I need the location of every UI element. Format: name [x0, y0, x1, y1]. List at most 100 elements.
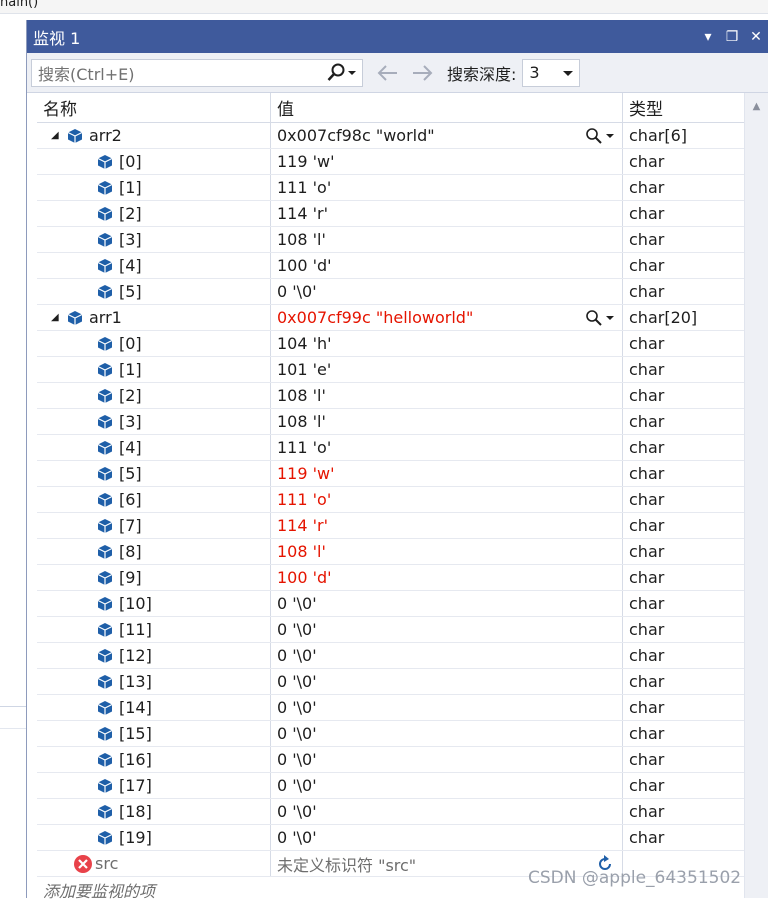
variable-cube-icon — [97, 362, 113, 377]
watch-title: 监视 1 — [33, 28, 81, 48]
window-menu-dropdown-icon[interactable]: ▾ — [696, 29, 720, 45]
watch-type: char — [629, 672, 665, 691]
watch-row-element[interactable]: [3] 108 'l' char — [37, 227, 745, 253]
watch-row-element[interactable]: [4] 111 'o' char — [37, 435, 745, 461]
watch-type: char — [629, 178, 665, 197]
visualizer-search-icon[interactable] — [585, 309, 603, 327]
search-options-chevron-icon[interactable] — [348, 69, 356, 77]
watch-row-element[interactable]: [13] 0 '\0' char — [37, 669, 745, 695]
watch-row-element[interactable]: [9] 100 'd' char — [37, 565, 745, 591]
search-depth-select[interactable]: 3 — [522, 58, 581, 87]
watch-type: char — [629, 568, 665, 587]
watch-type: char — [629, 490, 665, 509]
variable-cube-icon — [97, 492, 113, 507]
watch-row-element[interactable]: [14] 0 '\0' char — [37, 695, 745, 721]
watch-name: [13] — [119, 672, 152, 691]
variable-cube-icon — [97, 830, 113, 845]
vertical-scrollbar[interactable]: ▲ — [744, 93, 768, 898]
watch-row-element[interactable]: [5] 119 'w' char — [37, 461, 745, 487]
watch-row-element[interactable]: [2] 114 'r' char — [37, 201, 745, 227]
watermark: CSDN @apple_64351502 — [528, 868, 742, 888]
watch-value: 104 'h' — [277, 334, 332, 353]
watch-row-element[interactable]: [12] 0 '\0' char — [37, 643, 745, 669]
watch-name: [3] — [119, 412, 142, 431]
watch-row-element[interactable]: [19] 0 '\0' char — [37, 825, 745, 851]
variable-cube-icon — [97, 752, 113, 767]
variable-cube-icon — [97, 440, 113, 455]
search-input[interactable]: 搜索(Ctrl+E) — [31, 58, 363, 87]
watch-type: char — [629, 334, 665, 353]
column-header-name[interactable]: 名称 — [37, 93, 271, 122]
variable-cube-icon — [97, 804, 113, 819]
variable-cube-icon — [97, 700, 113, 715]
watch-row-element[interactable]: [6] 111 'o' char — [37, 487, 745, 513]
watch-value: 108 'l' — [277, 542, 326, 561]
watch-name: [0] — [119, 334, 142, 353]
variable-cube-icon — [97, 232, 113, 247]
watch-row-element[interactable]: [3] 108 'l' char — [37, 409, 745, 435]
variable-cube-icon — [97, 674, 113, 689]
back-arrow-icon[interactable] — [375, 63, 401, 83]
watch-type: char — [629, 386, 665, 405]
watch-row-element[interactable]: [0] 119 'w' char — [37, 149, 745, 175]
watch-type: char[6] — [629, 126, 687, 145]
watch-row-element[interactable]: [0] 104 'h' char — [37, 331, 745, 357]
watch-row-element[interactable]: [8] 108 'l' char — [37, 539, 745, 565]
watch-row-element[interactable]: [15] 0 '\0' char — [37, 721, 745, 747]
watch-name: [2] — [119, 204, 142, 223]
close-icon[interactable]: ✕ — [744, 29, 768, 45]
watch-value: 0 '\0' — [277, 724, 317, 743]
maximize-icon[interactable]: ❐ — [720, 29, 744, 45]
watch-name: [12] — [119, 646, 152, 665]
watch-row-element[interactable]: [17] 0 '\0' char — [37, 773, 745, 799]
visualizer-dropdown-icon[interactable] — [606, 132, 614, 140]
watch-row-element[interactable]: [16] 0 '\0' char — [37, 747, 745, 773]
visualizer-search-icon[interactable] — [585, 127, 603, 145]
watch-row-element[interactable]: [2] 108 'l' char — [37, 383, 745, 409]
variable-cube-icon — [97, 414, 113, 429]
collapse-triangle-icon[interactable]: ◢ — [51, 130, 67, 141]
watch-row-element[interactable]: [1] 111 'o' char — [37, 175, 745, 201]
variable-cube-icon — [97, 544, 113, 559]
watch-name: [16] — [119, 750, 152, 769]
watch-name: [5] — [119, 464, 142, 483]
visualizer-dropdown-icon[interactable] — [606, 314, 614, 322]
variable-cube-icon — [97, 518, 113, 533]
editor-divider — [0, 706, 26, 707]
watch-row-element[interactable]: [5] 0 '\0' char — [37, 279, 745, 305]
watch-row-element[interactable]: [7] 114 'r' char — [37, 513, 745, 539]
watch-name: [0] — [119, 152, 142, 171]
watch-name: src — [95, 854, 119, 873]
watch-value: 111 'o' — [277, 178, 332, 197]
watch-name: [7] — [119, 516, 142, 535]
watch-type: char — [629, 152, 665, 171]
search-icon[interactable] — [326, 63, 346, 83]
scroll-up-arrow-icon[interactable]: ▲ — [745, 101, 768, 112]
column-header-value[interactable]: 值 — [271, 93, 623, 122]
watch-row-element[interactable]: [1] 101 'e' char — [37, 357, 745, 383]
watch-row-element[interactable]: [10] 0 '\0' char — [37, 591, 745, 617]
watch-value: 0 '\0' — [277, 750, 317, 769]
watch-type: char — [629, 620, 665, 639]
watch-row-element[interactable]: [18] 0 '\0' char — [37, 799, 745, 825]
watch-name: [10] — [119, 594, 152, 613]
watch-row-element[interactable]: [11] 0 '\0' char — [37, 617, 745, 643]
watch-value: 0 '\0' — [277, 646, 317, 665]
watch-value: 0 '\0' — [277, 672, 317, 691]
column-header-type[interactable]: 类型 — [623, 93, 745, 122]
watch-type: char — [629, 204, 665, 223]
watch-row-arr2[interactable]: ◢ arr2 0x007cf98c "world" char[6] — [37, 123, 745, 149]
watch-type: char — [629, 646, 665, 665]
watch-name: [14] — [119, 698, 152, 717]
collapse-triangle-icon[interactable]: ◢ — [51, 312, 67, 323]
watch-row-arr1[interactable]: ◢ arr1 0x007cf99c "helloworld" char[20] — [37, 305, 745, 331]
watch-titlebar: 监视 1 ▾ ❐ ✕ — [27, 20, 768, 53]
watch-grid: 名称 值 类型 ◢ arr2 0x007cf98c "world" char[6] [0… — [37, 93, 745, 901]
watch-rows: ◢ arr2 0x007cf98c "world" char[6] [0] 119 'w'… — [37, 123, 745, 851]
forward-arrow-icon[interactable] — [409, 63, 435, 83]
watch-value: 0 '\0' — [277, 802, 317, 821]
watch-value: 108 'l' — [277, 412, 326, 431]
variable-cube-icon — [97, 726, 113, 741]
watch-window: 监视 1 ▾ ❐ ✕ 搜索(Ctrl+E) 搜索深度: 3 名称 值 类型 ◢ … — [26, 20, 768, 901]
watch-row-element[interactable]: [4] 100 'd' char — [37, 253, 745, 279]
